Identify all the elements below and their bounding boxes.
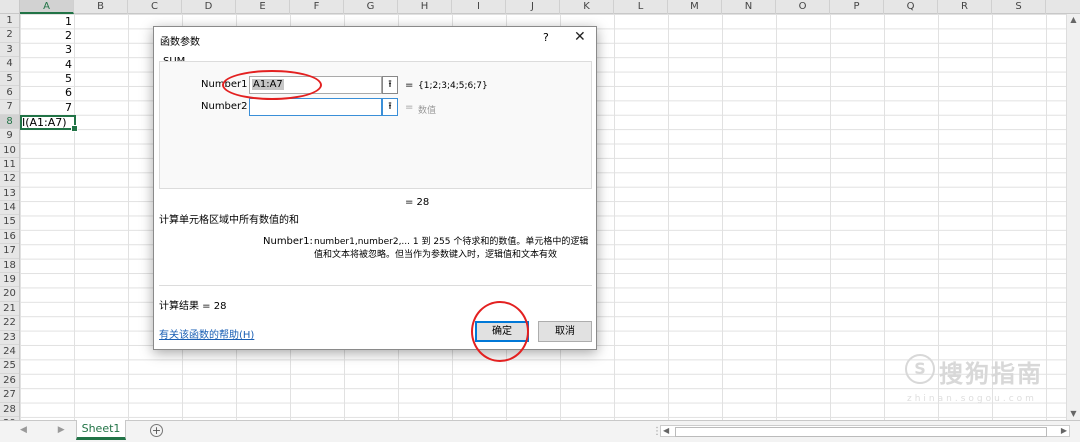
- row-header[interactable]: 7: [0, 100, 19, 115]
- row-header[interactable]: 8: [0, 114, 19, 130]
- cell-a2[interactable]: 2: [22, 29, 72, 43]
- row-header[interactable]: 18: [0, 259, 19, 274]
- column-header[interactable]: L: [614, 0, 668, 14]
- watermark: S 搜狗指南 zhinan.sogou.com: [905, 352, 1070, 412]
- row-header[interactable]: 25: [0, 359, 19, 374]
- column-header[interactable]: S: [992, 0, 1046, 14]
- row-header[interactable]: 21: [0, 302, 19, 317]
- column-header[interactable]: O: [776, 0, 830, 14]
- row-header[interactable]: 19: [0, 273, 19, 288]
- scroll-right-icon[interactable]: ▶: [1061, 426, 1067, 436]
- row-header[interactable]: 1: [0, 14, 19, 29]
- column-header[interactable]: D: [182, 0, 236, 14]
- fill-handle[interactable]: [71, 125, 78, 132]
- number1-result: {1;2;3;4;5;6;7}: [418, 81, 488, 91]
- row-header[interactable]: 6: [0, 86, 19, 101]
- arg-label-number1: Number1: [201, 79, 248, 90]
- number2-ref-collapse-icon[interactable]: ⭱: [382, 98, 398, 116]
- column-header[interactable]: A: [20, 0, 74, 14]
- row-header[interactable]: 5: [0, 72, 19, 86]
- horizontal-scroll-thumb[interactable]: [675, 427, 1047, 437]
- column-headers: ABCDEFGHIJKLMNOPQRS: [20, 0, 1080, 14]
- column-header[interactable]: Q: [884, 0, 938, 14]
- function-description: 计算单元格区域中所有数值的和: [159, 215, 299, 226]
- arg-description-text: number1,number2,... 1 到 255 个待求和的数值。单元格中…: [314, 237, 589, 260]
- column-header[interactable]: H: [398, 0, 452, 14]
- column-header[interactable]: E: [236, 0, 290, 14]
- dialog-title: 函数参数: [160, 37, 200, 48]
- row-header[interactable]: 14: [0, 201, 19, 216]
- close-icon[interactable]: ✕: [574, 29, 586, 45]
- column-header[interactable]: B: [74, 0, 128, 14]
- row-header[interactable]: 9: [0, 129, 19, 144]
- column-header[interactable]: N: [722, 0, 776, 14]
- dialog-separator: [159, 285, 592, 286]
- row-header[interactable]: 12: [0, 172, 19, 187]
- add-sheet-icon[interactable]: +: [150, 424, 163, 437]
- select-all-corner[interactable]: [0, 0, 20, 14]
- column-header[interactable]: C: [128, 0, 182, 14]
- row-header[interactable]: 10: [0, 144, 19, 158]
- column-header[interactable]: P: [830, 0, 884, 14]
- function-arguments-dialog: 函数参数 ? ✕ SUM Number1 A1:A7 ⭱ = {1;2;3;4;…: [153, 26, 597, 350]
- number2-input[interactable]: [249, 98, 382, 116]
- cell-a6[interactable]: 6: [22, 86, 72, 100]
- column-header[interactable]: K: [560, 0, 614, 14]
- number1-equals: =: [405, 80, 414, 91]
- column-header[interactable]: I: [452, 0, 506, 14]
- row-header[interactable]: 27: [0, 388, 19, 403]
- column-header[interactable]: F: [290, 0, 344, 14]
- column-header[interactable]: R: [938, 0, 992, 14]
- row-header[interactable]: 16: [0, 230, 19, 245]
- help-icon[interactable]: ?: [543, 31, 549, 44]
- number1-input[interactable]: A1:A7: [249, 76, 382, 94]
- cancel-button[interactable]: 取消: [538, 321, 592, 342]
- row-header[interactable]: 15: [0, 215, 19, 230]
- column-header[interactable]: G: [344, 0, 398, 14]
- horizontal-scrollbar[interactable]: ◀ ▶: [660, 425, 1070, 437]
- number1-value: A1:A7: [252, 79, 284, 90]
- cell-a8-formula: I(A1:A7): [22, 116, 67, 129]
- row-header[interactable]: 3: [0, 43, 19, 58]
- watermark-url: zhinan.sogou.com: [907, 394, 1037, 404]
- row-header[interactable]: 22: [0, 316, 19, 331]
- row-header[interactable]: 13: [0, 187, 19, 202]
- cell-a3[interactable]: 3: [22, 43, 72, 57]
- column-header[interactable]: J: [506, 0, 560, 14]
- cell-a4[interactable]: 4: [22, 58, 72, 72]
- row-header[interactable]: 20: [0, 287, 19, 302]
- row-header[interactable]: 26: [0, 374, 19, 389]
- number1-ref-collapse-icon[interactable]: ⭱: [382, 76, 398, 94]
- arg-description-label: Number1:: [263, 236, 313, 247]
- number2-result: 数值: [418, 106, 437, 116]
- cell-a7[interactable]: 7: [22, 101, 72, 115]
- row-header[interactable]: 17: [0, 244, 19, 259]
- formula-result: = 28: [405, 197, 430, 208]
- scroll-up-icon[interactable]: ▲: [1067, 14, 1080, 26]
- column-header[interactable]: M: [668, 0, 722, 14]
- watermark-text: 搜狗指南: [939, 360, 1043, 388]
- row-header[interactable]: 24: [0, 345, 19, 360]
- ok-button[interactable]: 确定: [475, 321, 529, 342]
- arg-label-number2: Number2: [201, 101, 248, 112]
- cell-a5[interactable]: 5: [22, 72, 72, 86]
- scroll-left-icon[interactable]: ◀: [663, 426, 669, 436]
- sheet-nav-arrows-icon[interactable]: ◀ ▶: [20, 425, 79, 435]
- row-header[interactable]: 11: [0, 158, 19, 173]
- row-header[interactable]: 2: [0, 28, 19, 43]
- row-headers: 1 2 3 4 5 6 7 8 9 10 11 12 13 14 15 16 17 18 19 20 21 22 23 24 2…: [0, 14, 20, 420]
- row-header[interactable]: 4: [0, 57, 19, 72]
- number2-equals: =: [405, 102, 414, 113]
- cell-a1[interactable]: 1: [22, 15, 72, 29]
- row-header[interactable]: 23: [0, 331, 19, 345]
- function-help-link[interactable]: 有关该函数的帮助(H): [159, 326, 254, 341]
- row-header[interactable]: 28: [0, 403, 19, 417]
- sheet-tab-sheet1[interactable]: Sheet1: [76, 420, 126, 440]
- sheet-tab-bar: ◀ ▶ Sheet1 + ⋮ ◀ ▶: [0, 420, 1080, 442]
- calculation-result: 计算结果 = 28: [159, 301, 227, 312]
- watermark-logo-icon: S: [905, 354, 935, 384]
